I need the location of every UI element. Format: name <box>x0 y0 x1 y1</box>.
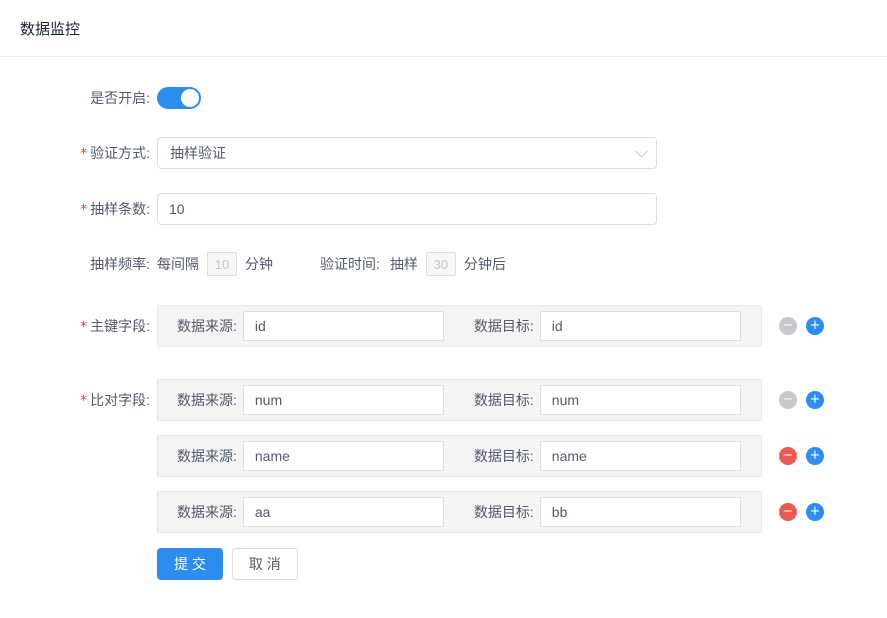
required-mark: * <box>80 146 87 162</box>
frequency-suffix: 分钟 <box>245 254 273 274</box>
primary-mapping-row: 数据来源: 数据目标: − + <box>157 305 824 347</box>
sample-count-label: *抽样条数: <box>0 199 150 219</box>
frequency-prefix: 每间隔 <box>157 254 199 274</box>
target-label: 数据目标: <box>474 446 534 466</box>
compare-field-row: *比对字段: 数据来源: 数据目标: − + 数据来源: 数据目标: <box>0 379 887 533</box>
compare-target-input-3[interactable] <box>540 497 741 527</box>
mapping-panel: 数据来源: 数据目标: <box>157 435 762 477</box>
mapping-panel: 数据来源: 数据目标: <box>157 491 762 533</box>
selected-value: 抽样验证 <box>170 143 226 163</box>
compare-mapping-row: 数据来源: 数据目标: − + <box>157 379 824 421</box>
chevron-down-icon <box>635 145 648 158</box>
page-header: 数据监控 <box>0 0 887 57</box>
source-label: 数据来源: <box>177 502 237 522</box>
add-row-button[interactable]: + <box>806 447 824 465</box>
frequency-row: 抽样频率: 每间隔 分钟 验证时间: 抽样 分钟后 <box>0 252 887 276</box>
compare-source-input-2[interactable] <box>243 441 444 471</box>
mapping-panel: 数据来源: 数据目标: <box>157 305 762 347</box>
add-row-button[interactable]: + <box>806 503 824 521</box>
cancel-button[interactable]: 取 消 <box>232 548 298 580</box>
remove-row-button[interactable]: − <box>779 503 797 521</box>
frequency-input <box>207 252 237 276</box>
enable-label: 是否开启: <box>0 88 150 108</box>
page-title: 数据监控 <box>20 18 80 39</box>
submit-button[interactable]: 提 交 <box>157 548 223 580</box>
source-label: 数据来源: <box>177 390 237 410</box>
verify-method-label: *验证方式: <box>0 143 150 163</box>
source-label: 数据来源: <box>177 446 237 466</box>
verify-method-row: *验证方式: 抽样验证 <box>0 137 887 169</box>
add-row-button[interactable]: + <box>806 391 824 409</box>
compare-mapping-row: 数据来源: 数据目标: − + <box>157 435 824 477</box>
primary-field-label: *主键字段: <box>0 305 150 348</box>
primary-source-input[interactable] <box>243 311 444 341</box>
verify-method-select[interactable]: 抽样验证 <box>157 137 657 169</box>
required-mark: * <box>80 393 87 409</box>
enable-switch[interactable] <box>157 87 201 109</box>
frequency-label: 抽样频率: <box>0 254 150 274</box>
actions-row: 提 交 取 消 <box>0 548 887 580</box>
primary-field-row: *主键字段: 数据来源: 数据目标: − + <box>0 305 887 348</box>
remove-row-button[interactable]: − <box>779 447 797 465</box>
remove-row-button-disabled: − <box>779 317 797 335</box>
target-label: 数据目标: <box>474 502 534 522</box>
sample-count-input[interactable] <box>157 193 657 225</box>
required-mark: * <box>80 202 87 218</box>
target-label: 数据目标: <box>474 316 534 336</box>
primary-target-input[interactable] <box>540 311 741 341</box>
compare-target-input-2[interactable] <box>540 441 741 471</box>
add-row-button[interactable]: + <box>806 317 824 335</box>
verify-time-suffix: 分钟后 <box>464 254 506 274</box>
required-mark: * <box>80 319 87 335</box>
switch-knob <box>181 89 199 107</box>
compare-source-input-1[interactable] <box>243 385 444 415</box>
sample-count-row: *抽样条数: <box>0 193 887 225</box>
mapping-panel: 数据来源: 数据目标: <box>157 379 762 421</box>
verify-time-prefix: 抽样 <box>390 254 418 274</box>
compare-mapping-row: 数据来源: 数据目标: − + <box>157 491 824 533</box>
remove-row-button-disabled: − <box>779 391 797 409</box>
enable-row: 是否开启: <box>0 87 887 109</box>
target-label: 数据目标: <box>474 390 534 410</box>
verify-time-label: 验证时间: <box>320 254 380 274</box>
compare-target-input-1[interactable] <box>540 385 741 415</box>
verify-time-input <box>426 252 456 276</box>
monitor-form: 是否开启: *验证方式: 抽样验证 *抽样条数: 抽样频率: 每间隔 分钟 <box>0 57 887 580</box>
compare-source-input-3[interactable] <box>243 497 444 527</box>
source-label: 数据来源: <box>177 316 237 336</box>
compare-field-label: *比对字段: <box>0 379 150 422</box>
